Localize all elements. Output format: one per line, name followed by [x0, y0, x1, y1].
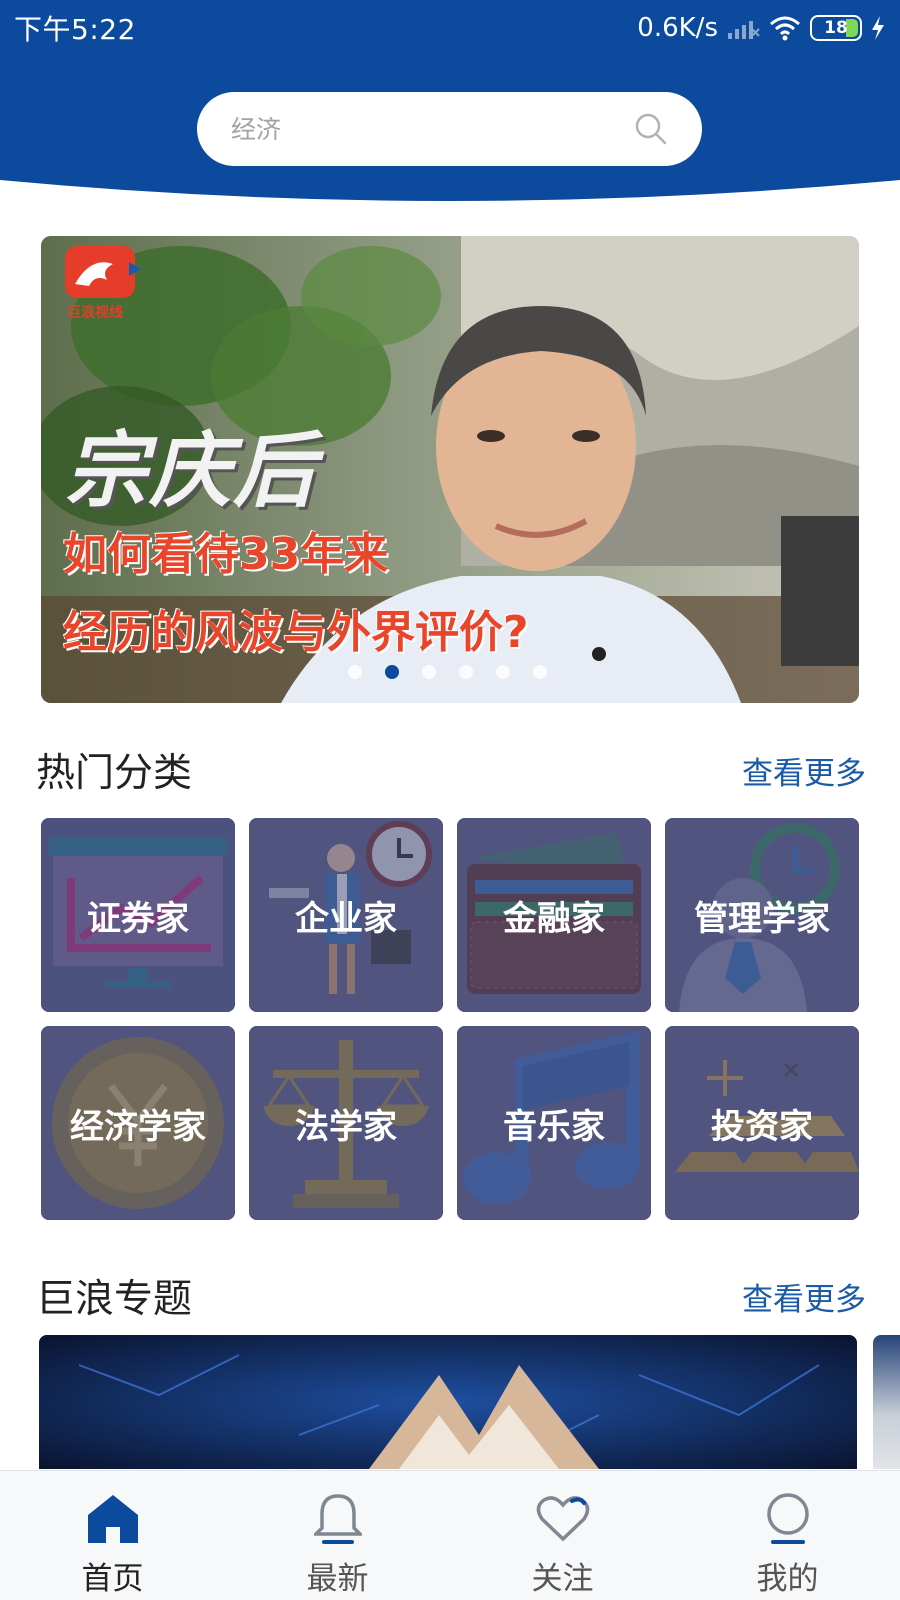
hot-categories-header: 热门分类 查看更多	[36, 742, 866, 798]
topics-header: 巨浪专题 查看更多	[36, 1268, 866, 1324]
search-icon[interactable]	[634, 112, 668, 146]
category-label: 经济学家	[70, 1106, 206, 1147]
carousel-dots	[348, 665, 547, 679]
category-tile-jurist[interactable]: 法学家	[249, 1026, 443, 1220]
category-label: 企业家	[295, 898, 397, 939]
user-icon	[760, 1491, 816, 1547]
category-tile-management[interactable]: 管理学家	[665, 818, 859, 1012]
bell-icon	[310, 1491, 366, 1547]
carousel-dot[interactable]	[422, 665, 436, 679]
topic-card[interactable]	[39, 1335, 857, 1469]
category-label: 法学家	[295, 1106, 397, 1147]
category-tile-musician[interactable]: 音乐家	[457, 1026, 651, 1220]
topic-image	[39, 1335, 857, 1469]
search-bar[interactable]	[197, 92, 702, 166]
nav-follow[interactable]: 关注	[450, 1471, 675, 1600]
hot-categories-title: 热门分类	[36, 751, 193, 796]
search-input[interactable]	[231, 114, 611, 144]
home-icon	[85, 1491, 141, 1547]
topics-title: 巨浪专题	[36, 1277, 193, 1322]
home-screen: 下午5:22 0.6K/s 18 经济 巨浪视线 宗庆后 如何看待33年来 经历…	[0, 0, 900, 1600]
nav-mine[interactable]: 我的	[675, 1471, 900, 1600]
battery-indicator: 18	[810, 15, 862, 41]
category-grid: 证券家 企业家 金融家 管理学家 经济学家 法学家 音乐家 投资家	[41, 818, 859, 1220]
category-tile-entrepreneur[interactable]: 企业家	[249, 818, 443, 1012]
topic-card-next[interactable]	[873, 1335, 900, 1469]
banner-title: 宗庆后	[65, 424, 317, 519]
carousel-dot[interactable]	[533, 665, 547, 679]
carousel-dot-active[interactable]	[385, 665, 399, 679]
nav-latest-label: 最新	[306, 1561, 369, 1597]
nav-home[interactable]: 首页	[0, 1471, 225, 1600]
category-label: 投资家	[711, 1106, 813, 1147]
carousel-dot[interactable]	[496, 665, 510, 679]
category-tile-investor[interactable]: 投资家	[665, 1026, 859, 1220]
status-bar: 下午5:22 0.6K/s 18	[0, 0, 900, 56]
nav-mine-label: 我的	[756, 1561, 819, 1597]
banner-carousel[interactable]: 巨浪视线 宗庆后 如何看待33年来 经历的风波与外界评价?	[41, 236, 859, 703]
status-time: 下午5:22	[14, 13, 136, 46]
category-label: 音乐家	[503, 1106, 605, 1147]
nav-follow-label: 关注	[531, 1561, 594, 1597]
category-tile-economist[interactable]: 经济学家	[41, 1026, 235, 1220]
banner-logo-text: 巨浪视线	[67, 305, 123, 321]
signal-icon	[728, 21, 760, 39]
heart-icon	[535, 1491, 591, 1547]
network-speed: 0.6K/s	[637, 13, 718, 43]
header: 下午5:22 0.6K/s 18	[0, 0, 900, 205]
carousel-dot[interactable]	[459, 665, 473, 679]
category-label: 管理学家	[694, 898, 830, 939]
hot-categories-more-link[interactable]: 查看更多	[742, 748, 866, 793]
category-label: 证券家	[87, 898, 189, 939]
category-tile-financier[interactable]: 金融家	[457, 818, 651, 1012]
category-label: 金融家	[503, 898, 605, 939]
charging-icon	[872, 16, 884, 40]
bottom-navigation: 首页 最新 关注 我的	[0, 1470, 900, 1600]
wifi-icon	[770, 16, 800, 41]
nav-home-label: 首页	[81, 1561, 144, 1597]
banner-subtitle-line2: 经历的风波与外界评价?	[63, 607, 529, 658]
banner-subtitle-line1: 如何看待33年来	[63, 529, 389, 580]
nav-latest[interactable]: 最新	[225, 1471, 450, 1600]
battery-level: 18	[824, 18, 848, 38]
category-tile-securities[interactable]: 证券家	[41, 818, 235, 1012]
carousel-dot[interactable]	[348, 665, 362, 679]
status-indicators: 0.6K/s 18	[637, 13, 886, 43]
topics-more-link[interactable]: 查看更多	[742, 1274, 866, 1319]
